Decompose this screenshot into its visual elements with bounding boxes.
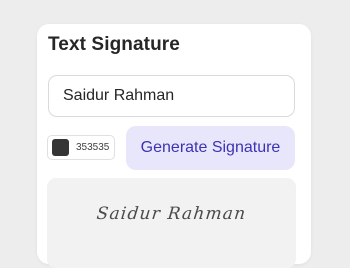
text-signature-panel: Text Signature 353535 Generate Signature… (37, 24, 311, 268)
color-hex-value: 353535 (76, 142, 110, 153)
signature-preview: Saidur Rahman (47, 178, 296, 268)
signature-preview-text: Saidur Rahman (95, 204, 248, 224)
color-picker[interactable]: 353535 (47, 135, 115, 160)
generate-signature-button[interactable]: Generate Signature (126, 126, 295, 170)
color-swatch[interactable] (52, 139, 69, 156)
signature-name-input[interactable] (48, 75, 295, 117)
panel-title: Text Signature (48, 34, 180, 55)
